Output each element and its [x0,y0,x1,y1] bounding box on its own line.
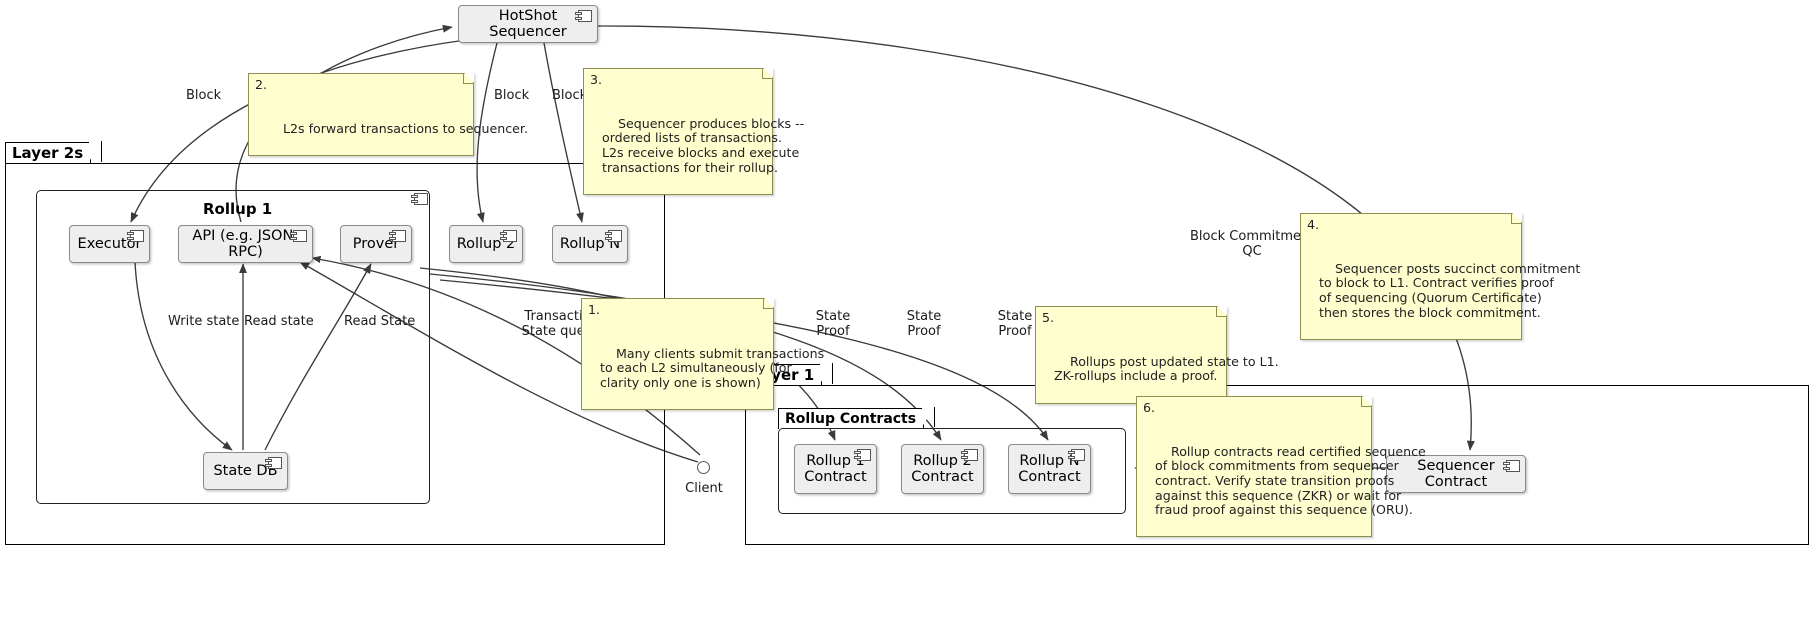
component-icon [854,449,871,461]
component-icon [575,10,592,22]
component-rollup-2-contract[interactable]: Rollup 2 Contract [901,444,984,494]
component-label: Sequencer Contract [1417,458,1495,490]
edge-label-state-proof-2: State Proof [906,309,942,339]
edge-label-write-state: Write state [168,314,240,329]
note-fold-corner [1511,213,1522,224]
edge-label-read-state-2: Read State [344,314,416,329]
rollup-1-package-icon [411,193,428,205]
component-api[interactable]: API (e.g. JSON-RPC) [178,225,313,263]
component-rollup-n[interactable]: Rollup N [552,225,628,263]
note-number: 4. [1307,217,1320,232]
note-number: 6. [1143,400,1156,415]
note-1: 1. Many clients submit transactions to e… [581,298,824,411]
note-fold-corner [762,68,773,79]
edge-label-block-left: Block [186,88,222,103]
package-tab-rollup-contracts: Rollup Contracts [778,407,936,429]
note-text: Rollups post updated state to L1. ZK-rol… [1054,353,1279,384]
component-rollup-n-contract[interactable]: Rollup N Contract [1008,444,1091,494]
package-label-rollup-contracts: Rollup Contracts [785,411,917,427]
component-icon [1068,449,1085,461]
component-hotshot-sequencer[interactable]: HotShot Sequencer [458,5,598,43]
component-executor[interactable]: Executor [69,225,150,263]
note-text: L2s forward transactions to sequencer. [283,120,528,136]
edge-label-block-right: Block [552,88,588,103]
note-number: 5. [1042,310,1055,325]
component-icon [500,230,517,242]
note-number: 3. [590,72,603,87]
edge-label-block-commitment-qc: Block Commitment QC [1190,229,1315,259]
note-fold-corner [463,73,474,84]
edge-label-state-proof-3: State Proof [997,309,1033,339]
component-icon [389,230,406,242]
note-4: 4. Sequencer posts succinct commitment t… [1300,213,1580,340]
diagram-canvas: HotShot Sequencer Layer 2s Rollup 1 Exec… [0,0,1814,635]
note-number: 2. [255,77,268,92]
label-client: Client [685,481,723,496]
edge-label-state-proof-1: State Proof [815,309,851,339]
note-fold-corner [763,298,774,309]
component-icon [1503,460,1520,472]
package-label-rollup-1: Rollup 1 [203,200,273,218]
component-rollup-1-contract[interactable]: Rollup 1 Contract [794,444,877,494]
component-sequencer-contract[interactable]: Sequencer Contract [1386,455,1526,493]
note-text: Sequencer produces blocks -- ordered lis… [602,115,805,175]
edge-label-block-mid: Block [494,88,530,103]
component-icon [961,449,978,461]
note-number: 1. [588,302,601,317]
component-label: API (e.g. JSON-RPC) [192,228,299,260]
interface-client-circle[interactable] [697,461,710,474]
component-rollup-2[interactable]: Rollup 2 [449,225,523,263]
component-icon [127,230,144,242]
component-label: HotShot Sequencer [489,8,567,40]
edge-label-read-state: Read state [244,314,314,329]
component-state-db[interactable]: State DB [203,452,288,490]
package-tab-layer-2s: Layer 2s [5,141,103,164]
note-text: Sequencer posts succinct commitment to b… [1319,260,1581,320]
component-icon [265,457,282,469]
note-3: 3. Sequencer produces blocks -- ordered … [583,68,804,195]
note-fold-corner [1216,306,1227,317]
component-icon [605,230,622,242]
note-6: 6. Rollup contracts read certified seque… [1136,396,1426,538]
component-icon [290,230,307,242]
package-label-layer-2s: Layer 2s [12,144,84,162]
note-text: Rollup contracts read certified sequence… [1155,443,1426,518]
note-5: 5. Rollups post updated state to L1. ZK-… [1035,306,1279,404]
component-prover[interactable]: Prover [340,225,412,263]
note-2: 2. L2s forward transactions to sequencer… [248,73,528,156]
note-fold-corner [1361,396,1372,407]
